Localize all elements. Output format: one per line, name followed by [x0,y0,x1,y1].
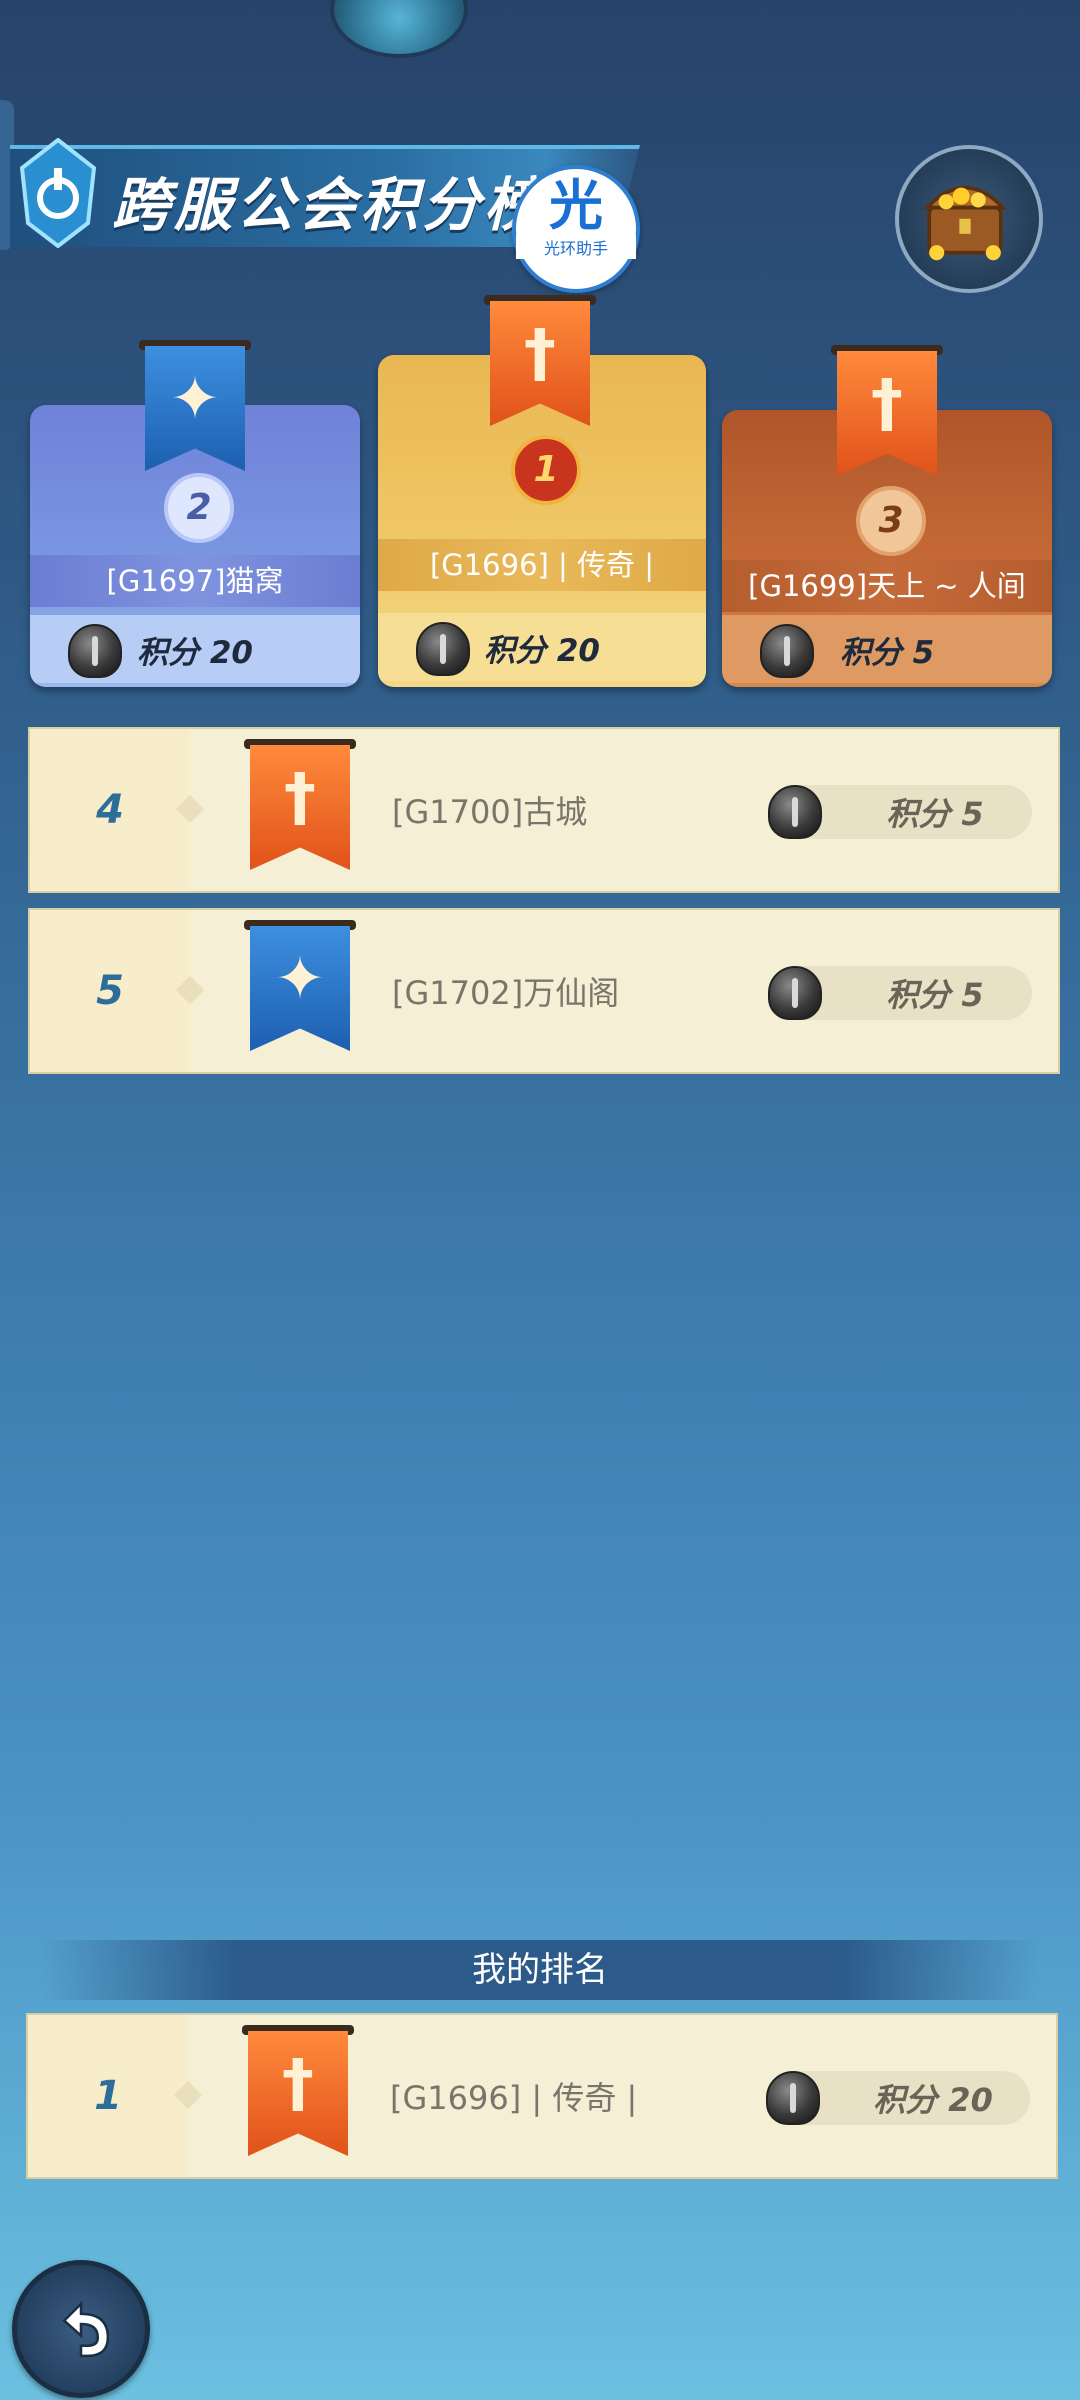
rank-number: 1 [533,449,559,490]
guild-name: [G1696] | 传奇 | [378,539,706,591]
treasure-chest-button[interactable] [895,145,1043,293]
helper-badge-main: 光 [549,174,603,237]
guild-name: [G1697]猫窝 [30,555,360,607]
helmet-icon [766,2071,820,2125]
guild-score: 积分 5 [839,635,935,671]
star-icon: ✦ [169,364,221,434]
rank-number: 4 [96,787,124,833]
rank-number: 2 [186,487,212,528]
mascot-icon [330,0,468,58]
guild-emblem-icon [19,138,97,248]
helper-badge[interactable]: 光 光环助手 [512,165,640,293]
sword-icon: † [871,367,903,441]
star-icon: ✦ [274,944,326,1014]
helmet-icon [768,785,822,839]
guild-name: [G1702]万仙阁 [392,974,620,1012]
rank-medal: 1 [511,435,581,505]
treasure-chest-icon [922,185,1008,261]
ranking-row[interactable]: 4 † [G1700]古城 积分 5 [28,727,1060,893]
guild-score: 积分 20 [873,2081,993,2119]
helper-badge-label: 光环助手 [516,235,636,259]
guild-score: 积分 5 [886,795,984,833]
rank-number: 5 [96,968,124,1014]
guild-score: 积分 20 [137,635,253,671]
rank-medal: 3 [856,486,926,556]
score-row: 积分 20 [30,615,360,683]
podium-card-rank-1[interactable]: 1 [G1696] | 传奇 | 积分 20 [378,355,706,687]
sword-icon: † [284,761,316,835]
back-arrow-icon [62,2300,110,2358]
helmet-icon [768,966,822,1020]
guild-name: [G1699]天上 ~ 人间 [722,560,1052,612]
guild-name: [G1696] | 传奇 | [390,2079,638,2117]
rank-number: 1 [94,2073,122,2119]
score-row: 积分 20 [378,613,706,681]
sword-icon: † [282,2047,314,2121]
guild-score: 积分 20 [484,633,600,669]
rank-number: 3 [878,500,904,541]
ranking-row[interactable]: 5 ✦ [G1702]万仙阁 积分 5 [28,908,1060,1074]
score-row: 积分 5 [722,615,1052,683]
guild-name: [G1700]古城 [392,793,588,831]
sword-icon: † [524,317,556,391]
back-button[interactable] [12,2260,150,2398]
guild-score: 积分 5 [886,976,984,1014]
my-rank-row[interactable]: 1 † [G1696] | 传奇 | 积分 20 [26,2013,1058,2179]
rank-medal: 2 [164,473,234,543]
page-title: 跨服公会积分榜 [112,171,547,239]
my-rank-title: 我的排名 [472,1950,608,1990]
